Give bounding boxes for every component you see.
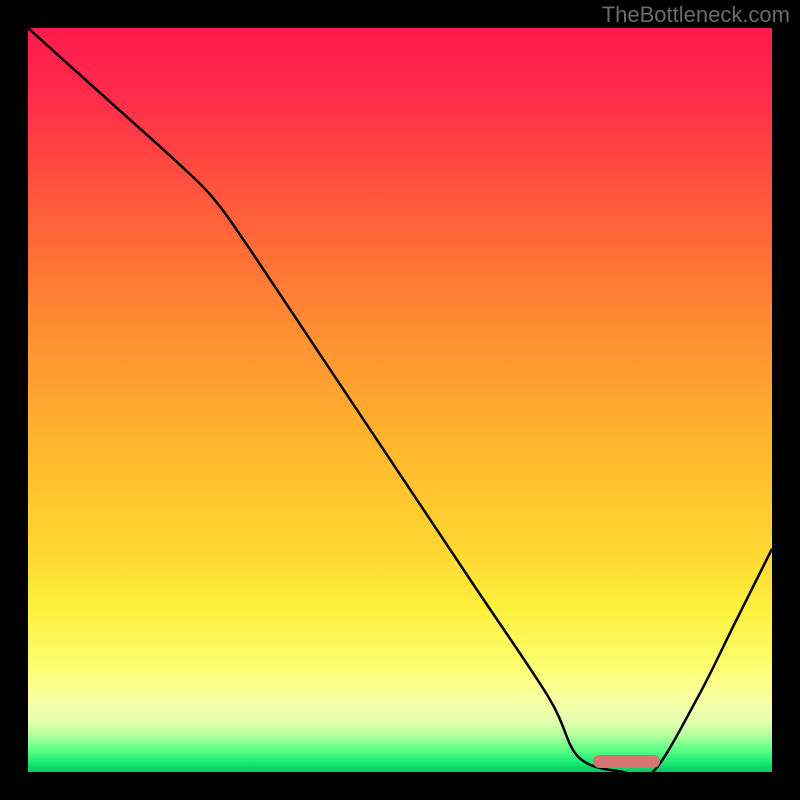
optimal-marker xyxy=(593,755,660,768)
chart-plot-area xyxy=(28,28,772,772)
bottleneck-curve xyxy=(28,28,772,772)
watermark-text: TheBottleneck.com xyxy=(602,2,790,28)
